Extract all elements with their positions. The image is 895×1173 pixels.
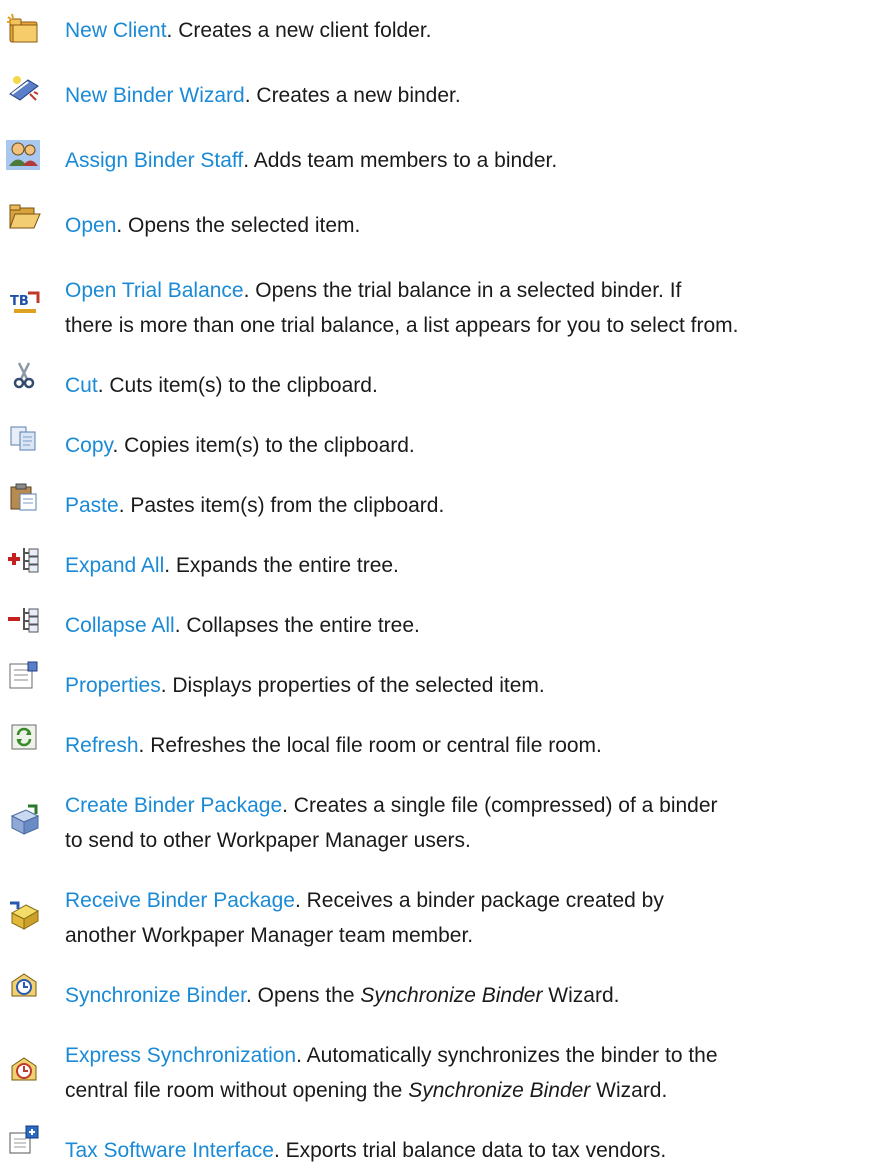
item-description-after: Wizard. (590, 1079, 668, 1102)
item-description-after: Wizard. (542, 984, 620, 1007)
refresh-icon (6, 719, 42, 753)
receive-package-icon (6, 897, 42, 931)
item-term[interactable]: Open Trial Balance (65, 279, 244, 302)
item-term[interactable]: Create Binder Package (65, 794, 282, 817)
item-description: . Opens the trial balance in a selected … (243, 279, 682, 302)
item-term[interactable]: Assign Binder Staff (65, 149, 243, 172)
item-term[interactable]: Tax Software Interface (65, 1139, 274, 1162)
item-description: . Adds team members to a binder. (243, 149, 558, 172)
item-term[interactable]: Receive Binder Package (65, 889, 295, 912)
new-client-folder-icon (6, 13, 42, 47)
assign-staff-icon (6, 138, 42, 172)
item-description: . Refreshes the local file room or centr… (138, 734, 602, 757)
item-description: . Expands the entire tree. (164, 554, 399, 577)
item-description-line2: to send to other Workpaper Manager users… (65, 829, 471, 852)
express-sync-icon (6, 1052, 42, 1086)
new-binder-wizard-icon (6, 72, 42, 106)
synchronize-binder-icon (6, 968, 42, 1002)
item-description: . Automatically synchronizes the binder … (296, 1044, 718, 1067)
tax-software-icon (6, 1123, 42, 1157)
collapse-tree-icon (6, 602, 42, 636)
item-description: . Receives a binder package created by (294, 889, 664, 912)
trial-balance-icon: TB (6, 283, 42, 317)
item-description: . Collapses the entire tree. (174, 614, 420, 637)
item-term[interactable]: New Client (65, 19, 167, 42)
item-term[interactable]: New Binder Wizard (65, 84, 245, 107)
open-folder-icon (6, 200, 42, 234)
item-description: . Exports trial balance data to tax vend… (273, 1139, 667, 1162)
item-description: . Creates a new binder. (244, 84, 461, 107)
item-description: . Opens the selected item. (116, 214, 361, 237)
item-term[interactable]: Expand All (65, 554, 164, 577)
item-description-line2: central file room without opening the (65, 1079, 409, 1102)
item-term[interactable]: Refresh (65, 734, 139, 757)
item-description-italic: Synchronize Binder (408, 1079, 591, 1102)
item-description-line2: there is more than one trial balance, a … (65, 314, 739, 337)
item-description: . Pastes item(s) from the clipboard. (118, 494, 445, 517)
copy-icon (6, 421, 42, 455)
item-term[interactable]: Synchronize Binder (65, 984, 246, 1007)
scissors-icon (6, 359, 42, 393)
item-term[interactable]: Cut (65, 374, 98, 397)
item-description-italic: Synchronize Binder (360, 984, 543, 1007)
svg-text:TB: TB (10, 294, 29, 309)
item-description: . Creates a new client folder. (166, 19, 432, 42)
expand-tree-icon (6, 542, 42, 576)
item-term[interactable]: Properties (65, 674, 161, 697)
item-description: . Creates a single file (compressed) of … (282, 794, 718, 817)
create-package-icon (6, 802, 42, 836)
item-description: . Cuts item(s) to the clipboard. (97, 374, 378, 397)
item-term[interactable]: Express Synchronization (65, 1044, 296, 1067)
item-description: . Opens the (245, 984, 361, 1007)
item-term[interactable]: Collapse All (65, 614, 175, 637)
item-term[interactable]: Copy (65, 434, 112, 457)
item-term[interactable]: Paste (65, 494, 119, 517)
paste-icon (6, 480, 42, 514)
item-description-line2: another Workpaper Manager team member. (65, 924, 474, 947)
item-description: . Copies item(s) to the clipboard. (112, 434, 415, 457)
item-description: . Displays properties of the selected it… (160, 674, 545, 697)
properties-icon (6, 658, 42, 692)
item-term[interactable]: Open (65, 214, 116, 237)
